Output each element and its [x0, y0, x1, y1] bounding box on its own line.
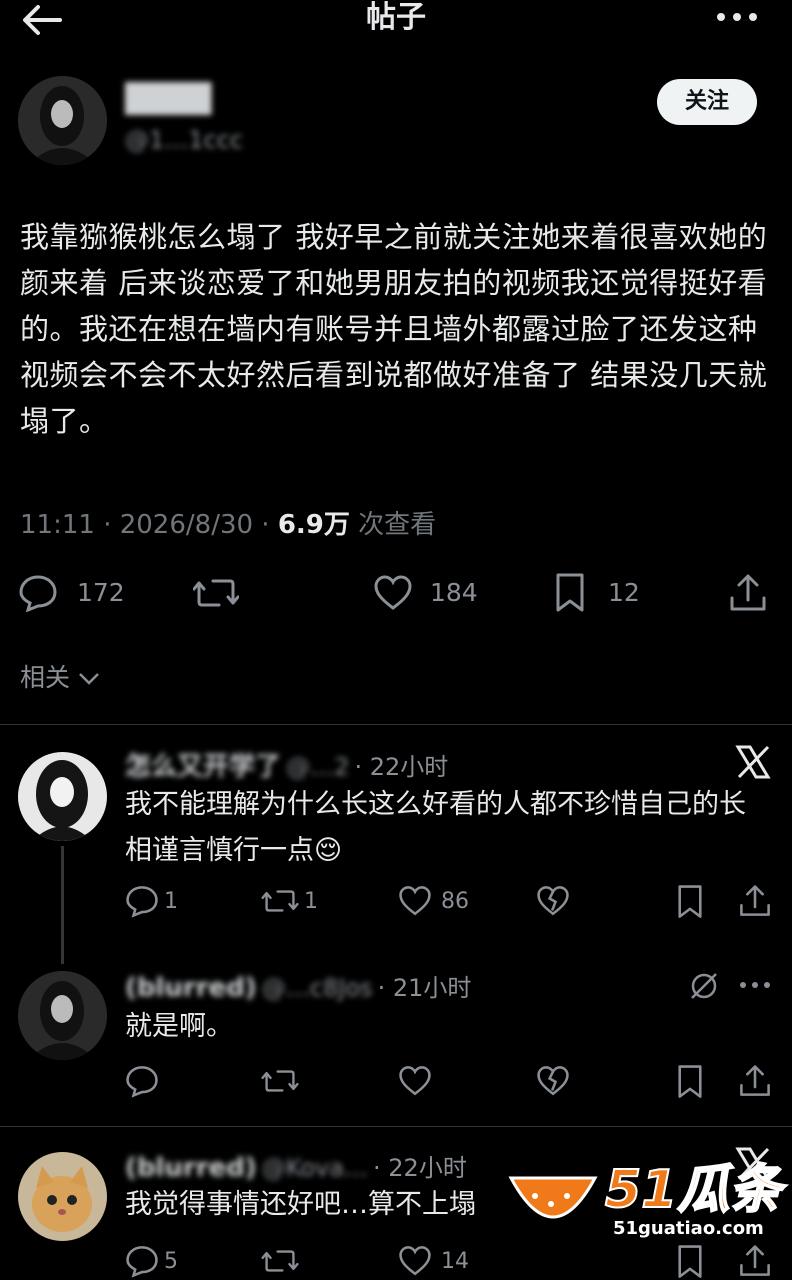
like-count: 184: [430, 578, 478, 607]
comment-time: · 22小时: [373, 1154, 467, 1182]
dislike-icon[interactable]: [536, 1064, 570, 1098]
watermelon-logo-icon: [508, 1176, 598, 1219]
comment-text: 我觉得事情还好吧…算不上塌: [125, 1189, 476, 1220]
retweet-icon[interactable]: [261, 886, 299, 916]
like-icon[interactable]: [398, 1244, 432, 1278]
comment-text: 就是啊。: [125, 1011, 233, 1042]
like-icon[interactable]: [373, 574, 413, 612]
comment-time: · 22小时: [354, 753, 449, 781]
retweet-icon[interactable]: [193, 574, 239, 612]
comment-handle: @…2: [286, 753, 350, 781]
comment-avatar[interactable]: [18, 971, 107, 1060]
reply-count: 172: [77, 578, 125, 607]
reply-icon[interactable]: [125, 1064, 159, 1098]
share-icon[interactable]: [728, 572, 768, 614]
bookmark-count: 12: [608, 578, 640, 607]
comment-reply-count: 5: [164, 1249, 178, 1274]
views-label: 次查看: [349, 510, 437, 540]
chevron-down-icon: [79, 673, 99, 685]
share-icon[interactable]: [738, 883, 772, 919]
reply-icon[interactable]: [18, 574, 58, 612]
bookmark-icon[interactable]: [676, 1064, 704, 1100]
comment-text: 我不能理解为什么长这么好看的人都不珍惜自己的长相谨言慎行一点😌: [125, 789, 746, 866]
comment-avatar[interactable]: [18, 1152, 107, 1241]
comment-like-count: 14: [441, 1249, 469, 1274]
post-meta: 11:11 · 2026/8/30 · 6.9万 次查看: [20, 504, 436, 541]
comment-header: 怎么又开学了 @…2 · 22小时: [125, 746, 448, 783]
share-icon[interactable]: [738, 1243, 772, 1279]
comment-avatar[interactable]: [18, 752, 107, 841]
share-icon[interactable]: [738, 1063, 772, 1099]
post-text: 我靠猕猴桃怎么塌了 我好早之前就关注她来着很喜欢她的颜来着 后来谈恋爱了和她男朋…: [20, 220, 768, 438]
related-label: 相关: [20, 663, 71, 692]
retweet-icon[interactable]: [261, 1066, 299, 1096]
comment-header: (blurred) @…c8Jos · 21小时: [125, 968, 471, 1003]
thread-line: [61, 846, 64, 964]
like-icon[interactable]: [398, 884, 432, 918]
reply-icon[interactable]: [125, 884, 159, 918]
page-title: 帖子: [366, 0, 426, 35]
retweet-icon[interactable]: [261, 1246, 299, 1276]
related-toggle[interactable]: 相关: [20, 658, 100, 694]
divider: [0, 724, 792, 725]
author-avatar[interactable]: [18, 76, 107, 165]
author-name[interactable]: ████: [125, 82, 245, 115]
comment-handle: @Kova…: [261, 1154, 368, 1182]
comment-reply-count: 1: [164, 889, 178, 914]
reply-icon[interactable]: [125, 1244, 159, 1278]
comment-handle: @…c8Jos: [261, 974, 373, 1002]
watermark-url: 51guatiao.com: [613, 1218, 764, 1239]
bookmark-icon[interactable]: [554, 572, 586, 614]
more-icon[interactable]: [712, 0, 762, 36]
more-icon[interactable]: [738, 980, 772, 990]
comment-author-name[interactable]: (blurred): [125, 973, 257, 1003]
post-time: 11:11 · 2026/8/30 ·: [20, 510, 278, 540]
watermark-brand: 51瓜条: [604, 1160, 782, 1220]
grok-icon[interactable]: [688, 970, 720, 1002]
comment-author-name[interactable]: 怎么又开学了: [125, 752, 281, 782]
comment-header: (blurred) @Kova… · 22小时: [125, 1148, 467, 1183]
comment-retweet-count: 1: [304, 889, 318, 914]
like-icon[interactable]: [398, 1064, 432, 1098]
follow-button[interactable]: 关注: [657, 79, 757, 125]
x-logo-icon: [735, 745, 771, 779]
divider: [0, 1126, 792, 1127]
author-handle: @1…1ccc: [125, 126, 244, 154]
view-count: 6.9万: [277, 510, 350, 540]
comment-author-name[interactable]: (blurred): [125, 1153, 257, 1183]
bookmark-icon[interactable]: [676, 884, 704, 920]
bookmark-icon[interactable]: [676, 1244, 704, 1280]
dislike-icon[interactable]: [536, 884, 570, 918]
watermark: 51瓜条 51guatiao.com: [505, 1161, 782, 1244]
comment-time: · 21小时: [377, 974, 472, 1002]
comment-like-count: 86: [441, 889, 469, 914]
